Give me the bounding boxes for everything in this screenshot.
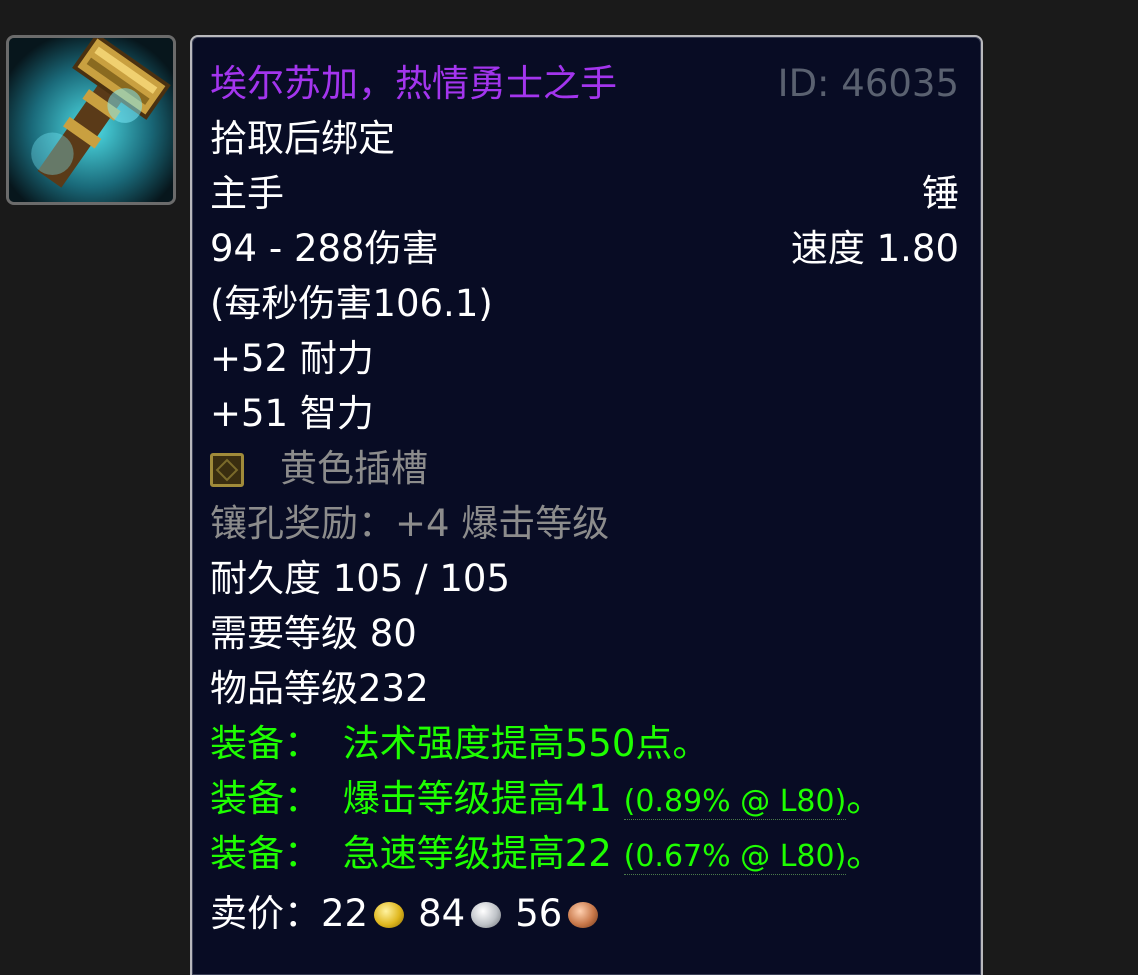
equip-text: 法术强度提高550点。 [342, 722, 710, 765]
equip-text: 急速等级提高22 [342, 832, 612, 875]
socket-label: 黄色插槽 [280, 447, 428, 490]
slot-text: 主手 [210, 172, 284, 215]
silver-coin-icon [471, 902, 502, 928]
durability-text: 耐久度 105 / 105 [210, 557, 510, 600]
equip-note: (0.89% @ L80) [623, 784, 847, 820]
dps-text: (每秒伤害106.1) [210, 282, 493, 325]
equip-effect-haste[interactable]: 装备： 急速等级提高22 (0.67% @ L80)。 [210, 829, 959, 882]
mace-icon [9, 38, 173, 202]
socket-row: 黄色插槽 [210, 444, 959, 494]
weapon-type: 锤 [922, 172, 959, 215]
equip-prefix: 装备： [210, 777, 321, 820]
equip-effect-crit[interactable]: 装备： 爆击等级提高41 (0.89% @ L80)。 [210, 774, 959, 827]
required-level-text: 需要等级 80 [210, 612, 417, 655]
copper-coin-icon [568, 902, 599, 928]
equip-effect-spellpower[interactable]: 装备： 法术强度提高550点。 [210, 719, 959, 769]
item-tooltip: 埃尔苏加，热情勇士之手 ID: 46035 拾取后绑定 主手 锤 94 - 28… [190, 35, 983, 975]
gold-amount: 22 [321, 892, 369, 935]
damage-row: 94 - 288伤害 速度 1.80 [210, 224, 959, 274]
equip-suffix: 。 [846, 777, 884, 820]
equip-prefix: 装备： [210, 722, 321, 765]
damage-text: 94 - 288伤害 [210, 227, 439, 270]
silver-amount: 84 [418, 892, 466, 935]
speed-text: 速度 1.80 [790, 227, 959, 270]
socket-bonus: 镶孔奖励：+4 爆击等级 [210, 502, 610, 545]
item-level-text: 物品等级232 [210, 667, 429, 710]
equip-suffix: 。 [846, 832, 884, 875]
slot-row: 主手 锤 [210, 169, 959, 219]
binding-text: 拾取后绑定 [210, 117, 395, 160]
yellow-socket-icon [210, 453, 244, 487]
equip-prefix: 装备： [210, 832, 321, 875]
copper-amount: 56 [515, 892, 563, 935]
sell-price-row: 卖价：22 84 56 [210, 889, 959, 939]
item-icon[interactable] [6, 35, 176, 205]
equip-text: 爆击等级提高41 [342, 777, 612, 820]
sell-price-label: 卖价： [210, 892, 321, 935]
stat-stamina: +52 耐力 [210, 337, 374, 380]
item-id: ID: 46035 [777, 62, 959, 105]
stat-intellect: +51 智力 [210, 392, 374, 435]
item-name: 埃尔苏加，热情勇士之手 [210, 62, 617, 105]
gold-coin-icon [374, 902, 405, 928]
equip-note: (0.67% @ L80) [623, 839, 847, 875]
item-name-row: 埃尔苏加，热情勇士之手 ID: 46035 [210, 59, 959, 109]
